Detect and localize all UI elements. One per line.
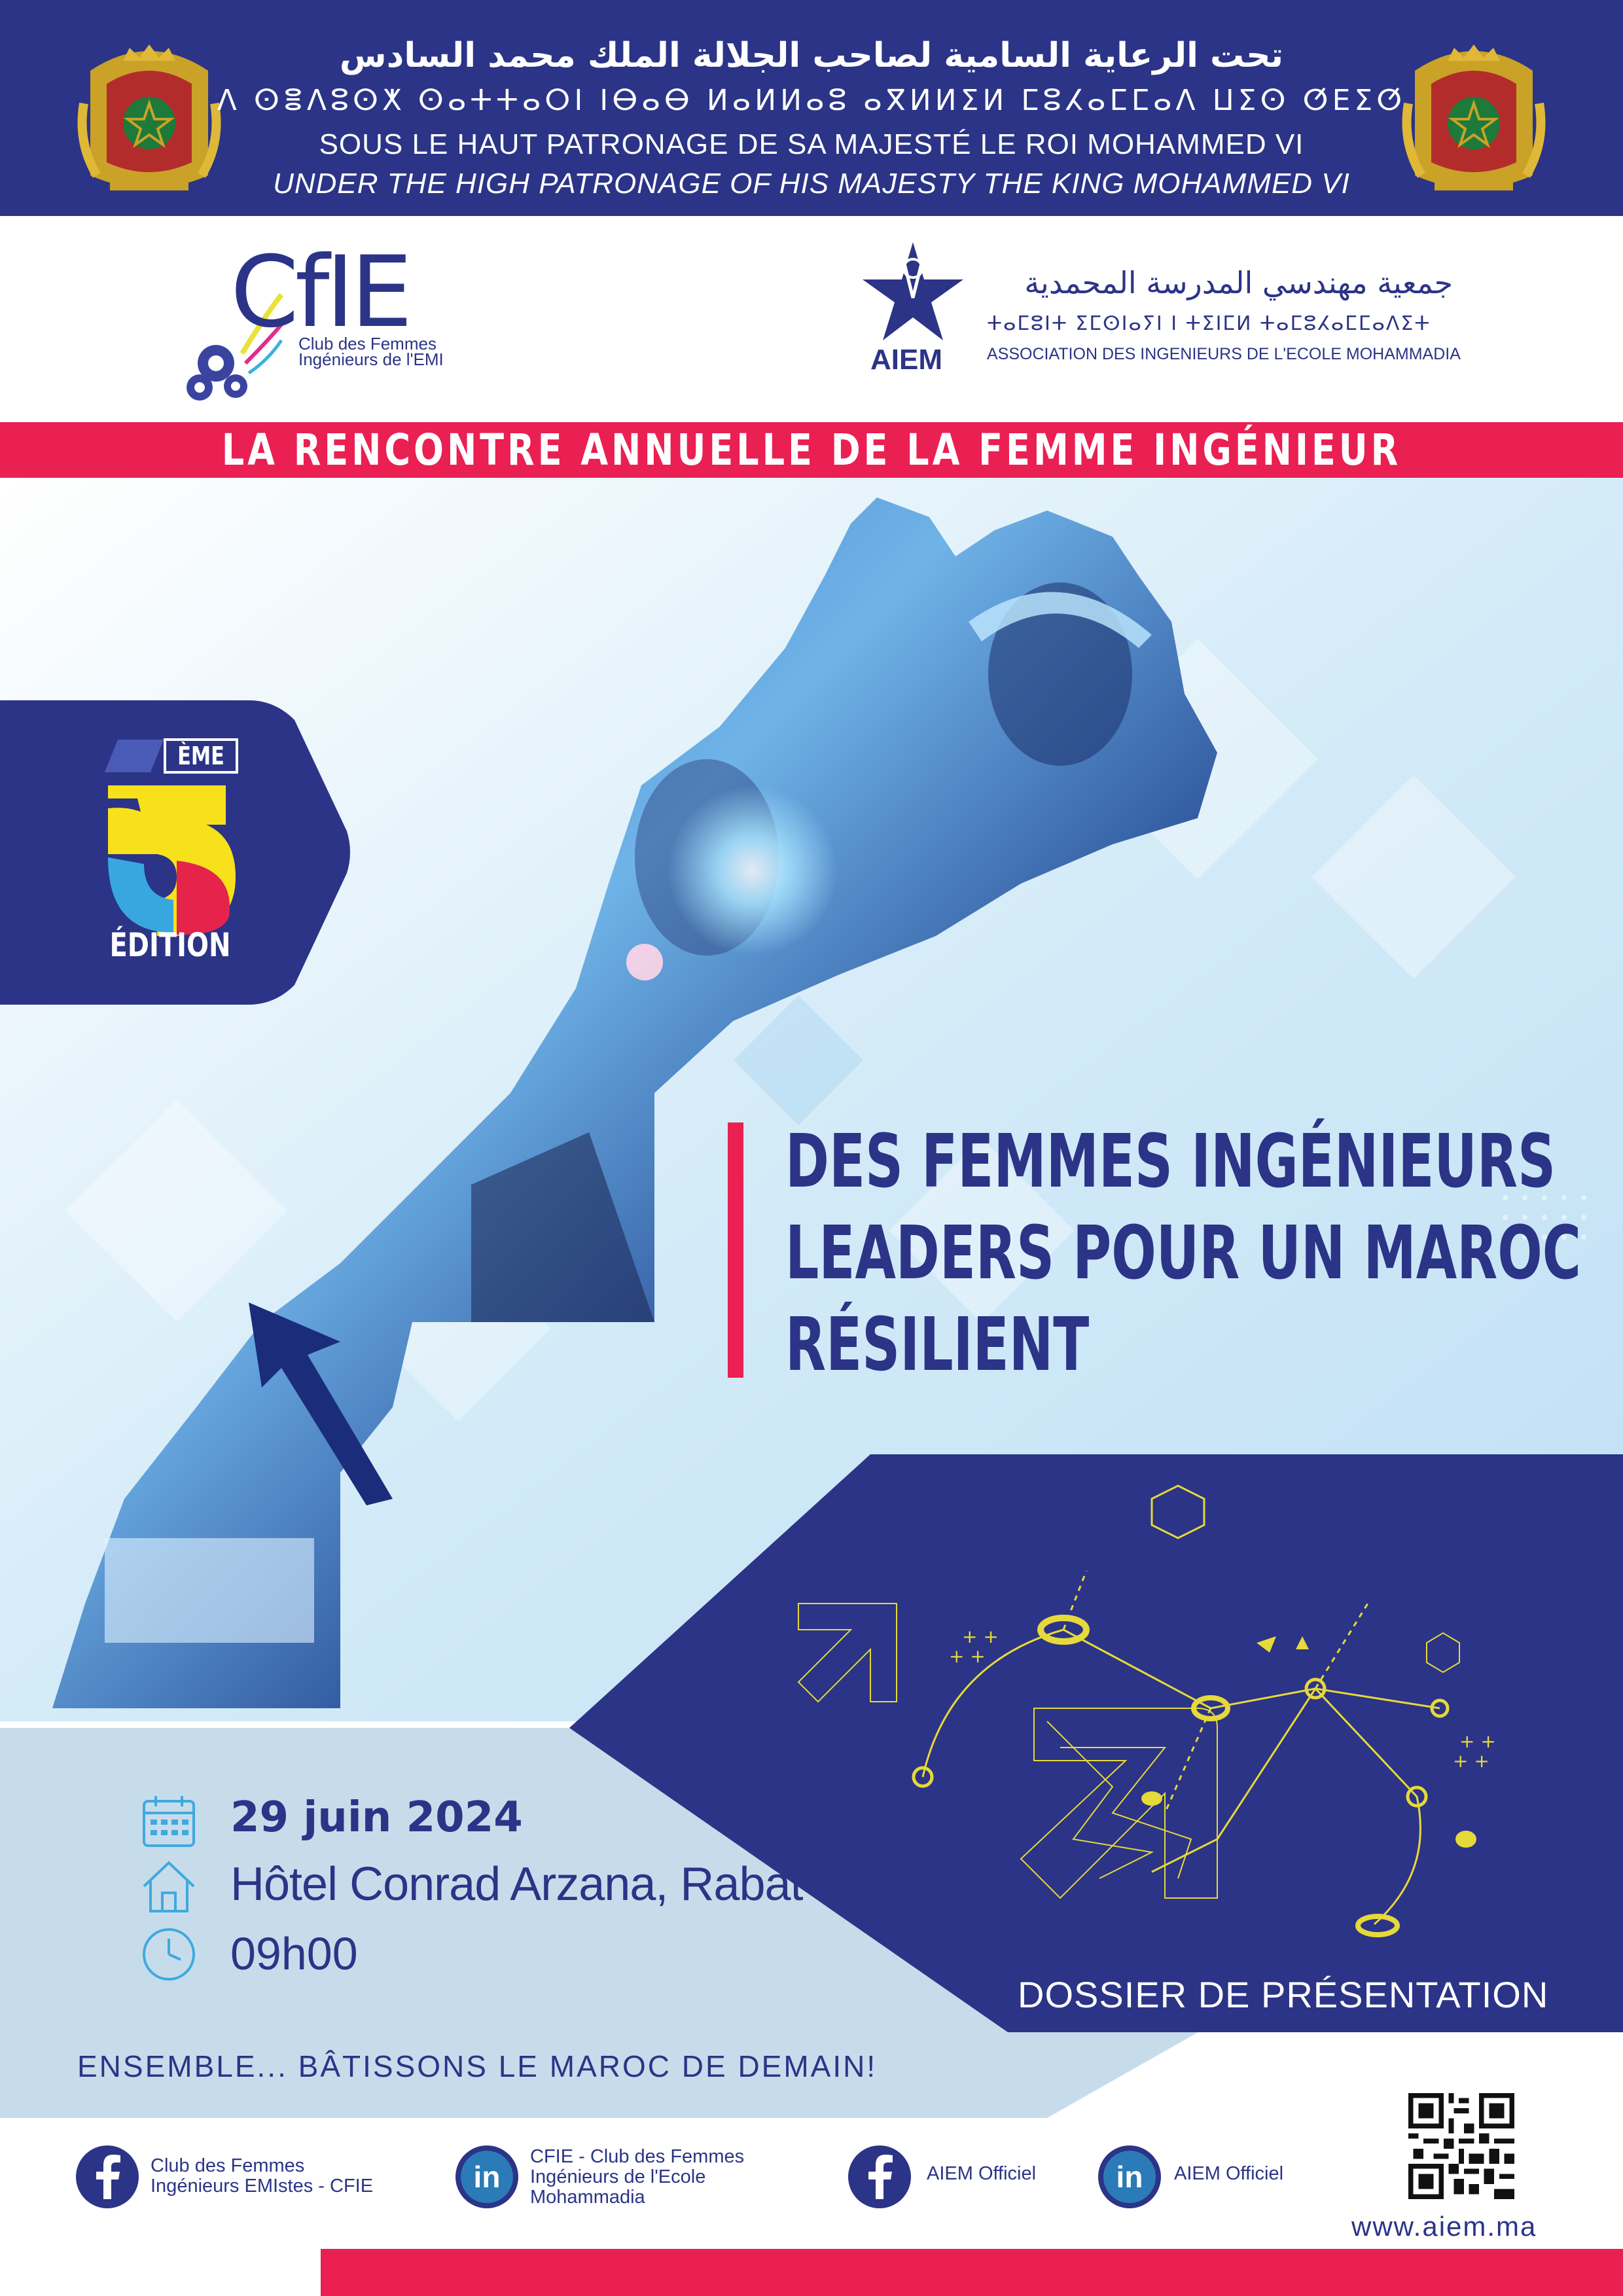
calendar-icon bbox=[143, 1796, 195, 1847]
lower-panels: + ++ + + ++ + bbox=[0, 1454, 1623, 2118]
patronage-tifinagh: ⴷ ⵙⴻⴷⵓⵙⵅ ⵙⴰⵜⵜⴰⵔⵏ ⵏⴱⴰⴱ ⵍⴰⵍⵍⴰⵓ ⴰⴳⵍⵍⵉⵍ ⵎⵓⵃⴰ… bbox=[217, 84, 1406, 117]
aiem-french: ASSOCIATION DES INGENIEURS DE L'ECOLE MO… bbox=[987, 345, 1461, 363]
gears-icon bbox=[187, 345, 247, 401]
patronage-arabic: تحت الرعاية السامية لصاحب الجلالة الملك … bbox=[339, 36, 1284, 75]
linkedin-icon[interactable]: in bbox=[454, 2144, 520, 2210]
cfie-subtitle-2: Ingénieurs de l'EMI bbox=[298, 350, 444, 369]
social-2-text[interactable]: CFIE - Club des Femmes Ingénieurs de l'E… bbox=[530, 2147, 744, 2208]
theme-line-3: RÉSILIENT bbox=[785, 1302, 1090, 1388]
bottom-accent-bar bbox=[321, 2249, 1623, 2296]
aiem-mark: AIEM bbox=[870, 344, 942, 376]
facebook-icon[interactable] bbox=[847, 2144, 912, 2210]
svg-text:+ +: + + bbox=[1453, 1750, 1489, 1772]
event-date: 29 juin 2024 bbox=[230, 1793, 523, 1842]
svg-text:in: in bbox=[474, 2160, 501, 2194]
annual-title: LA RENCONTRE ANNUELLE DE LA FEMME INGÉNI… bbox=[221, 425, 1402, 475]
theme-accent-bar bbox=[728, 1122, 743, 1378]
svg-text:+ +: + + bbox=[949, 1645, 986, 1667]
aiem-arabic: جمعية مهندسي المدرسة المحمدية bbox=[1024, 265, 1453, 300]
patronage-french: SOUS LE HAUT PATRONAGE DE SA MAJESTÉ LE … bbox=[319, 128, 1304, 160]
social-4-text[interactable]: AIEM Officiel bbox=[1174, 2164, 1283, 2184]
social-3-text[interactable]: AIEM Officiel bbox=[927, 2164, 1036, 2184]
event-time: 09h00 bbox=[230, 1928, 358, 1979]
patronage-english: UNDER THE HIGH PATRONAGE OF HIS MAJESTY … bbox=[273, 168, 1350, 200]
website-link[interactable]: www.aiem.ma bbox=[1351, 2211, 1537, 2242]
theme-line-1: DES FEMMES INGÉNIEURS bbox=[785, 1119, 1556, 1204]
event-venue: Hôtel Conrad Arzana, Rabat bbox=[230, 1858, 804, 1910]
qr-code[interactable] bbox=[1408, 2093, 1514, 2199]
svg-text:+ +: + + bbox=[962, 1626, 999, 1647]
cfie-logo: CfIE Club des Femmes Ingénieurs de l'EMI bbox=[170, 236, 465, 406]
social-1-text[interactable]: Club des Femmes Ingénieurs EMIstes - CFI… bbox=[151, 2156, 373, 2197]
linkedin-icon[interactable]: in bbox=[1097, 2144, 1162, 2210]
edition-suffix: ÈME bbox=[177, 742, 224, 770]
aiem-tifinagh: ⵜⴰⵎⵓⵏⵜ ⵉⵎⵙⵏⴰⵢⵏ ⵏ ⵜⵉⵏⵎⵍ ⵜⴰⵎⵓⵃⴰⵎⵎⴰⴷⵉⵜ bbox=[987, 312, 1431, 335]
edition-label: ÉDITION bbox=[109, 926, 231, 964]
facebook-icon[interactable] bbox=[75, 2144, 140, 2210]
annual-title-bar: LA RENCONTRE ANNUELLE DE LA FEMME INGÉNI… bbox=[0, 422, 1623, 478]
theme-line-2: LEADERS POUR UN MAROC bbox=[785, 1211, 1581, 1296]
svg-text:+ +: + + bbox=[1459, 1731, 1496, 1752]
aiem-logo: AIEM جمعية مهندسي المدرسة المحمدية ⵜⴰⵎⵓⵏ… bbox=[851, 239, 1479, 389]
cfie-mark: CfIE bbox=[230, 236, 413, 350]
clock-icon bbox=[143, 1928, 195, 1981]
svg-text:in: in bbox=[1116, 2160, 1143, 2194]
slogan: ENSEMBLE... BÂTISSONS LE MAROC DE DEMAIN… bbox=[77, 2049, 878, 2083]
theme-title: DES FEMMES INGÉNIEURS LEADERS POUR UN MA… bbox=[785, 1116, 1597, 1391]
dossier-title: DOSSIER DE PRÉSENTATION bbox=[1018, 1974, 1549, 2015]
home-icon bbox=[143, 1861, 195, 1912]
aiem-star-icon bbox=[863, 242, 963, 340]
patronage-header: تحت الرعاية السامية لصاحب الجلالة الملك … bbox=[0, 0, 1623, 216]
